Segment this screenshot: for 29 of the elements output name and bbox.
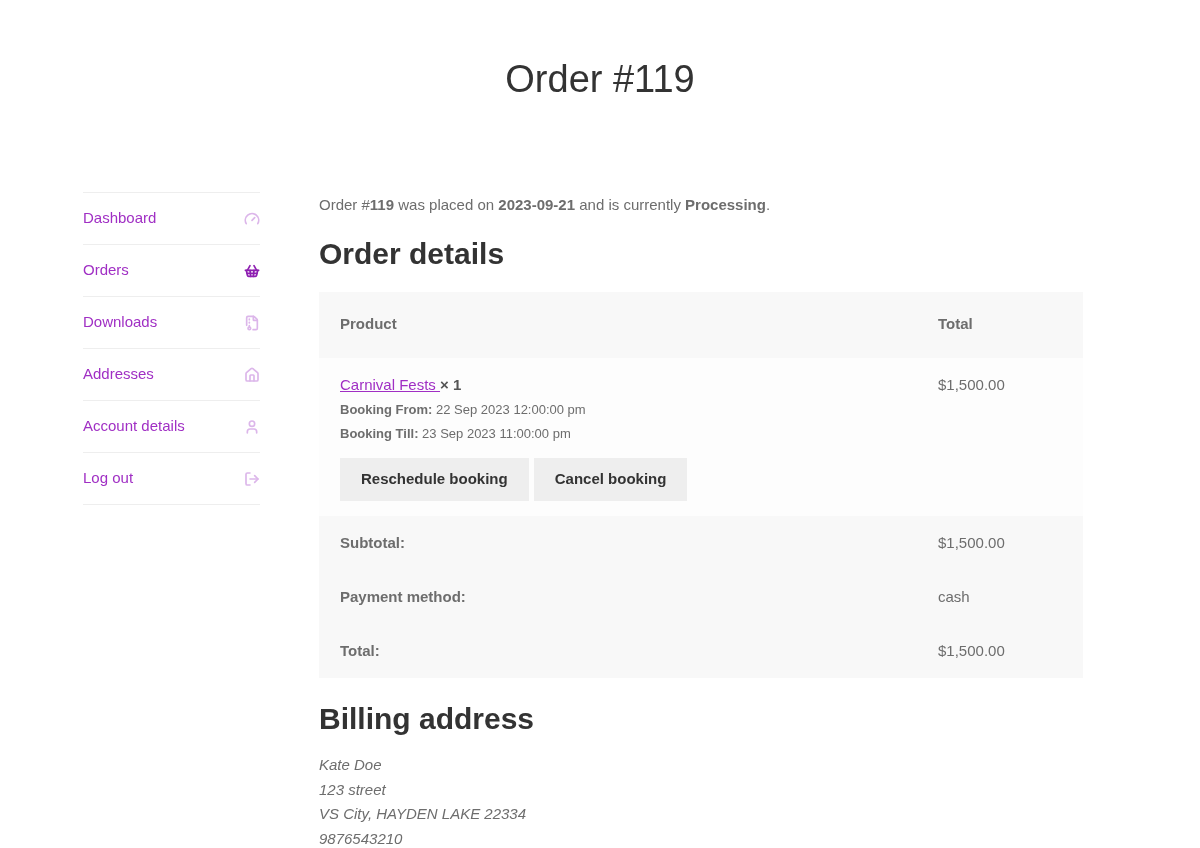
booking-button[interactable]: Cancel booking — [533, 458, 688, 501]
booking-button[interactable]: Reschedule booking — [340, 458, 529, 501]
totals-value: $1,500.00 — [938, 640, 1005, 661]
totals-label: Payment method: — [340, 586, 467, 607]
nav-link[interactable]: Orders — [83, 259, 129, 282]
section-heading: Order details — [319, 235, 506, 272]
nav-link[interactable]: Addresses — [83, 363, 154, 386]
address-line: Kate Doe — [319, 755, 383, 775]
booking-meta: Booking From: 22 Sep 2023 12:00:00 pm — [340, 401, 586, 419]
totals-value: cash — [938, 586, 970, 607]
item-total: $1,500.00 — [938, 374, 1005, 395]
booking-meta: Booking Till: 23 Sep 2023 11:00:00 pm — [340, 424, 571, 443]
section-heading: Billing address — [319, 701, 536, 737]
address-line: VS City, HAYDEN LAKE 22334 — [319, 804, 528, 824]
nav-link[interactable]: Log out — [83, 467, 134, 490]
page-title: Order #119 — [505, 57, 695, 102]
column-header: Total — [938, 314, 973, 335]
column-header: Product — [340, 314, 398, 335]
nav-link[interactable]: Downloads — [83, 311, 158, 334]
totals-label: Subtotal: — [340, 532, 406, 553]
order-summary: Order #119 was placed on 2023-09-21 and is currently Processing. — [319, 195, 772, 215]
product-link[interactable]: Carnival Fests — [340, 375, 441, 393]
nav-link[interactable]: Account details — [83, 415, 185, 438]
totals-value: $1,500.00 — [938, 532, 1005, 553]
address-line: 9876543210 — [319, 828, 404, 848]
nav-link[interactable]: Dashboard — [83, 207, 157, 230]
address-line: 123 street — [319, 779, 387, 800]
quantity: × 1 — [440, 375, 462, 393]
totals-label: Total: — [340, 640, 381, 661]
